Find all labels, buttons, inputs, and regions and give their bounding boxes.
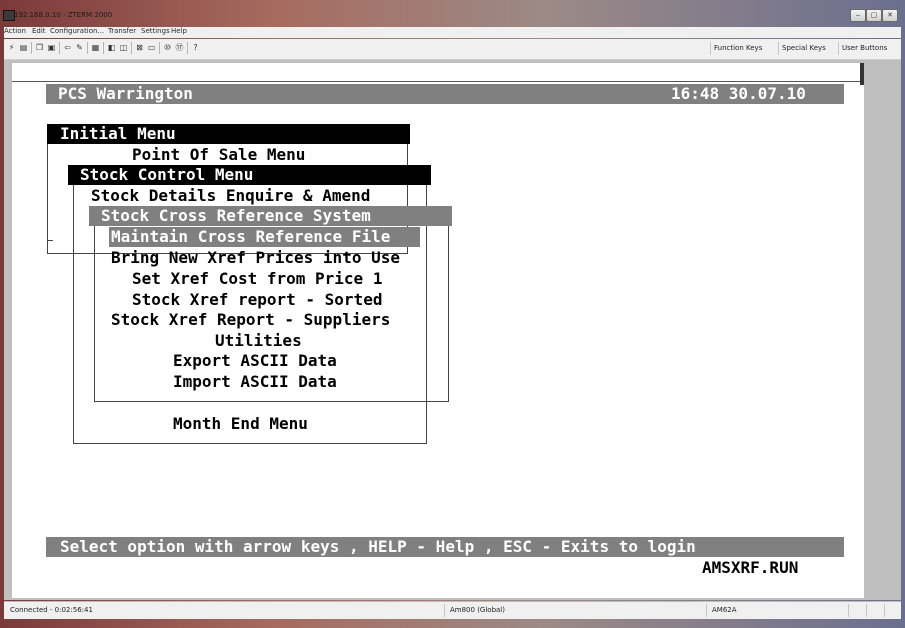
back-icon[interactable]: ⇦ — [63, 43, 72, 52]
stock-xref-menu-title: Stock Cross Reference System — [101, 206, 371, 225]
application-window: 192.168.0.10 - ZTERM 2000 ‒ ▢ ✕ Action E… — [0, 0, 905, 628]
user-buttons-button[interactable]: User Buttons — [838, 42, 890, 55]
toolbar-separator — [59, 42, 60, 54]
box-tick — [47, 240, 53, 241]
toolbar-separator — [131, 42, 132, 54]
close-button[interactable]: ✕ — [882, 9, 898, 22]
terminal-help-prompt: Select option with arrow keys , HELP - H… — [60, 537, 696, 556]
toolbar-separator — [187, 42, 188, 54]
status-separator — [884, 604, 885, 617]
minimize-button[interactable]: ‒ — [850, 9, 866, 22]
function-keys-button[interactable]: Function Keys — [710, 42, 765, 55]
menu-option-export-ascii[interactable]: Export ASCII Data — [173, 350, 337, 371]
properties-icon[interactable]: ▦ — [91, 43, 100, 52]
toolbar: ⚡ ▤ ❐ ▣ ⇦ ✎ ▦ ◧ ◫ ⊠ ▭ ⑩ ⑰ ? Function Key… — [4, 39, 901, 60]
terminal-client-area: PCS Warrington 16:48 30.07.10 Initial Me… — [4, 60, 901, 600]
toolbar-separator — [103, 42, 104, 54]
window-icon[interactable]: ▭ — [147, 43, 156, 52]
initial-menu-title: Initial Menu — [60, 124, 176, 143]
menu-action[interactable]: Action — [4, 27, 26, 35]
help-icon[interactable]: ? — [191, 43, 200, 52]
copy-icon[interactable]: ❐ — [35, 43, 44, 52]
menu-option-bring-new-xref-prices[interactable]: Bring New Xref Prices into Use — [111, 247, 400, 268]
record-icon[interactable]: ◧ — [107, 43, 116, 52]
status-separator — [848, 604, 849, 617]
title-bar[interactable]: 192.168.0.10 - ZTERM 2000 ‒ ▢ ✕ — [0, 0, 905, 26]
paste-icon[interactable]: ▣ — [47, 43, 56, 52]
status-separator — [866, 604, 867, 617]
menu-settings[interactable]: Settings — [141, 27, 170, 35]
font-size-17cpi-icon[interactable]: ⑰ — [175, 43, 184, 52]
status-bar: Connected - 0:02:56:41 Am800 (Global) AM… — [4, 601, 901, 619]
toolbar-separator — [159, 42, 160, 54]
menu-edit[interactable]: Edit — [32, 27, 46, 35]
terminal-date-time: 16:48 30.07.10 — [671, 84, 806, 103]
play-icon[interactable]: ◫ — [119, 43, 128, 52]
maximize-button[interactable]: ▢ — [866, 9, 882, 22]
print-icon[interactable]: ▤ — [19, 43, 28, 52]
terminal-company-name: PCS Warrington — [58, 84, 193, 103]
menu-transfer[interactable]: Transfer — [108, 27, 136, 35]
menu-option-xref-report-sorted[interactable]: Stock Xref report - Sorted — [132, 289, 382, 310]
terminal-edge-marker — [860, 63, 864, 85]
menu-option-xref-report-suppliers[interactable]: Stock Xref Report - Suppliers — [111, 309, 390, 330]
terminal-screen[interactable]: PCS Warrington 16:48 30.07.10 Initial Me… — [12, 63, 864, 598]
stock-control-menu-title: Stock Control Menu — [80, 165, 254, 184]
toolbar-separator — [31, 42, 32, 54]
status-separator — [444, 604, 445, 617]
menu-option-month-end[interactable]: Month End Menu — [173, 413, 308, 434]
toolbar-separator — [87, 42, 88, 54]
font-size-10cpi-icon[interactable]: ⑩ — [163, 43, 172, 52]
menu-configuration[interactable]: Configuration... — [50, 27, 104, 35]
connection-status: Connected - 0:02:56:41 — [10, 606, 93, 614]
menu-option-set-xref-cost[interactable]: Set Xref Cost from Price 1 — [132, 268, 382, 289]
menu-option-stock-details[interactable]: Stock Details Enquire & Amend — [91, 185, 370, 206]
connect-icon[interactable]: ⚡ — [7, 43, 16, 52]
menu-bar: Action Edit Configuration... Transfer Se… — [4, 27, 901, 38]
menu-option-point-of-sale[interactable]: Point Of Sale Menu — [132, 144, 305, 165]
special-keys-button[interactable]: Special Keys — [778, 42, 829, 55]
terminal-top-rule — [12, 81, 864, 82]
emulation-status: Am800 (Global) — [450, 606, 505, 614]
menu-option-maintain-xref-file[interactable]: Maintain Cross Reference File — [111, 226, 390, 247]
terminal-type-status: AM62A — [712, 606, 737, 614]
window-title: 192.168.0.10 - ZTERM 2000 — [14, 11, 113, 19]
terminal-program-name: AMSXRF.RUN — [702, 558, 799, 577]
screen-icon[interactable]: ⊠ — [135, 43, 144, 52]
status-separator — [706, 604, 707, 617]
script-icon[interactable]: ✎ — [75, 43, 84, 52]
menu-option-utilities[interactable]: Utilities — [215, 330, 302, 351]
menu-option-import-ascii[interactable]: Import ASCII Data — [173, 371, 337, 392]
menu-help[interactable]: Help — [171, 27, 187, 35]
